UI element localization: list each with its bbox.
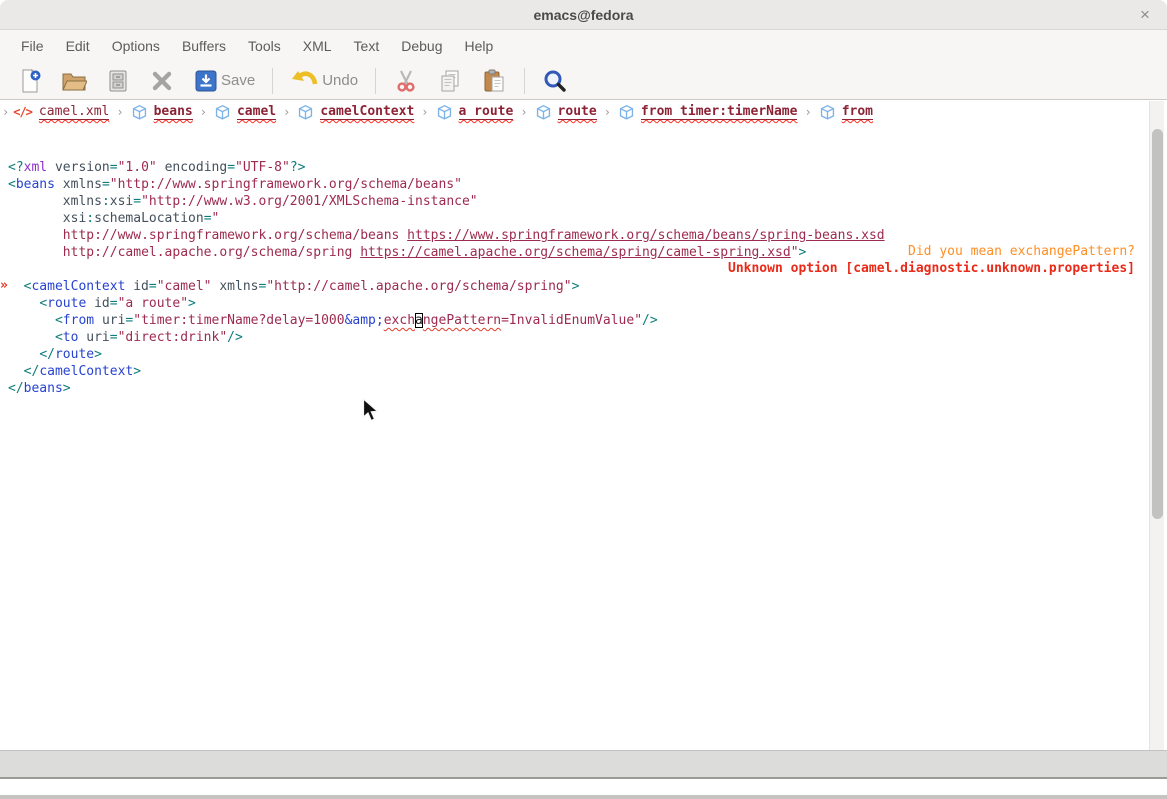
text-cursor: a [415,313,423,328]
code-line: <beans xmlns="http://www.springframework… [8,176,1167,193]
url-link[interactable]: https://camel.apache.org/schema/spring/c… [360,245,790,260]
breadcrumb: › </> camel.xml › beans › camel › camelC… [0,100,1167,124]
code-line: </beans> [8,380,1167,397]
chevron-right-icon: › [597,105,618,119]
clipboard-icon [481,68,507,94]
breadcrumb-item-camelcontext[interactable]: camelContext [297,104,414,121]
code-line: <to uri="direct:drink"/> [8,329,1167,346]
search-icon [542,68,568,94]
menu-file[interactable]: File [10,30,55,62]
chevron-right-icon: › [193,105,214,119]
toolbar-separator [524,68,525,94]
menu-bar: File Edit Options Buffers Tools XML Text… [0,30,1167,62]
toolbar-separator [375,68,376,94]
code-line: <route id="a route"> [8,295,1167,312]
window-bottom-edge [0,795,1167,799]
title-bar: emacs@fedora × [0,0,1167,30]
echo-area [0,779,1167,795]
menu-buffers[interactable]: Buffers [171,30,237,62]
save-label: Save [221,72,255,89]
scissors-icon [393,68,419,94]
code-line: </camelContext> [8,363,1167,380]
menu-xml[interactable]: XML [292,30,343,62]
cube-icon [618,104,635,121]
cut-button[interactable] [384,63,428,99]
breadcrumb-item-camel[interactable]: camel [214,104,276,121]
menu-text[interactable]: Text [343,30,391,62]
scrollbar-thumb[interactable] [1152,129,1163,519]
copy-icon [437,68,463,94]
cube-icon [131,104,148,121]
lsp-hint-annotation: Did you mean exchangePattern? [908,243,1135,260]
close-icon[interactable]: × [1133,3,1157,27]
x-icon [149,68,175,94]
undo-label: Undo [322,72,358,89]
directory-button[interactable] [96,63,140,99]
cube-icon [819,104,836,121]
code-line: </route> [8,346,1167,363]
code-line: xsi:schemaLocation=" [8,210,1167,227]
code-line: <?xml version="1.0" encoding="UTF-8"?> [8,159,1167,176]
menu-help[interactable]: Help [453,30,504,62]
code-lines: <?xml version="1.0" encoding="UTF-8"?><b… [0,158,1167,397]
new-file-button[interactable] [8,63,52,99]
error-fringe-marker: » [0,277,8,294]
breadcrumb-item-from-timer[interactable]: from timer:timerName [618,104,798,121]
chevron-right-icon: › [2,105,13,119]
code-line: http://www.springframework.org/schema/be… [8,227,1167,244]
undo-icon [290,69,320,93]
menu-debug[interactable]: Debug [390,30,453,62]
cube-icon [535,104,552,121]
code-tag-icon: </> [13,105,32,119]
mode-line: U:**-camel.xmlAll L10(nXML Valid company… [0,750,1167,779]
breadcrumb-item-beans[interactable]: beans [131,104,193,121]
breadcrumb-item-a-route[interactable]: a route [436,104,514,121]
chevron-right-icon: › [513,105,534,119]
new-file-icon [17,68,43,94]
undo-button[interactable]: Undo [281,63,367,99]
code-line: xmlns:xsi="http://www.w3.org/2001/XMLSch… [8,193,1167,210]
breadcrumb-item-from[interactable]: from [819,104,873,121]
code-line: <from uri="timer:timerName?delay=1000&am… [8,312,1167,329]
cube-icon [214,104,231,121]
menu-tools[interactable]: Tools [237,30,292,62]
cube-icon [436,104,453,121]
chevron-right-icon: › [414,105,435,119]
editor-buffer[interactable]: <?xml version="1.0" encoding="UTF-8"?><b… [0,124,1167,750]
search-button[interactable] [533,63,577,99]
save-icon [193,68,219,94]
chevron-right-icon: › [276,105,297,119]
tool-bar: Save Undo [0,62,1167,100]
breadcrumb-item-file[interactable]: camel.xml [39,104,109,120]
lsp-error-annotation: Unknown option [camel.diagnostic.unknown… [728,260,1135,277]
open-file-button[interactable] [52,63,96,99]
file-cabinet-icon [105,68,131,94]
chevron-right-icon: › [797,105,818,119]
copy-button[interactable] [428,63,472,99]
menu-edit[interactable]: Edit [55,30,101,62]
chevron-right-icon: › [109,105,130,119]
save-button[interactable]: Save [184,63,264,99]
close-buffer-button[interactable] [140,63,184,99]
menu-options[interactable]: Options [101,30,171,62]
code-line: <camelContext id="camel" xmlns="http://c… [8,278,1167,295]
open-folder-icon [61,68,87,94]
toolbar-separator [272,68,273,94]
url-link[interactable]: https://www.springframework.org/schema/b… [407,228,884,243]
cube-icon [297,104,314,121]
vertical-scrollbar[interactable] [1149,101,1164,750]
breadcrumb-item-route[interactable]: route [535,104,597,121]
paste-button[interactable] [472,63,516,99]
window-title: emacs@fedora [0,0,1167,30]
